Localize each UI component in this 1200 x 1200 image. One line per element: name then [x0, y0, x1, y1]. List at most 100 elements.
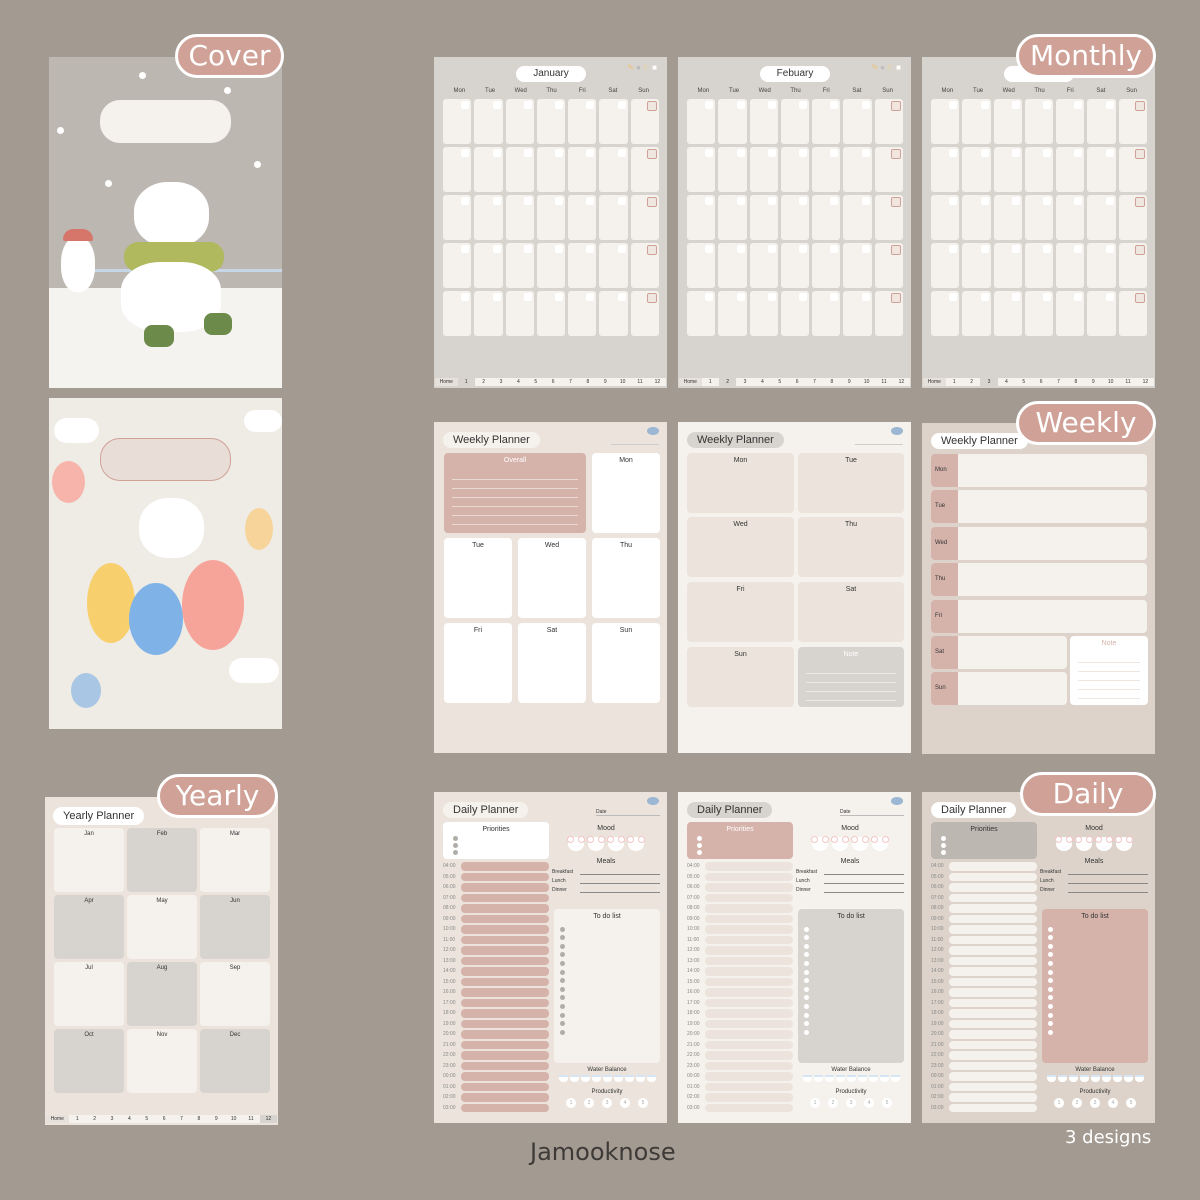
hour-slot[interactable]: [705, 914, 793, 923]
productivity-option[interactable]: 5: [882, 1098, 892, 1108]
water-cup-icon[interactable]: [602, 1075, 612, 1082]
nav-home-tab[interactable]: Home: [435, 378, 458, 386]
hour-slot[interactable]: [949, 956, 1037, 965]
nav-month-tab[interactable]: 7: [562, 378, 579, 386]
productivity-option[interactable]: 3: [846, 1098, 856, 1108]
calendar-day-cell[interactable]: [993, 195, 1022, 240]
hour-slot[interactable]: [461, 1093, 549, 1102]
nav-month-tab[interactable]: 3: [103, 1115, 120, 1123]
hour-row[interactable]: 09:00: [931, 914, 1037, 925]
calendar-day-cell[interactable]: [568, 147, 597, 192]
calendar-day-cell[interactable]: [630, 291, 659, 336]
calendar-day-cell[interactable]: [749, 99, 778, 144]
calendar-day-cell[interactable]: [599, 195, 628, 240]
mood-bear-surprised-icon[interactable]: [1075, 836, 1093, 851]
nav-month-tab[interactable]: 11: [875, 378, 892, 386]
note-box[interactable]: Note: [1070, 636, 1148, 705]
calendar-day-cell[interactable]: [780, 99, 810, 144]
day-box-mon[interactable]: Mon: [687, 453, 794, 513]
day-row[interactable]: Thu: [931, 563, 1147, 596]
meal-line[interactable]: [824, 869, 904, 875]
calendar-day-cell[interactable]: [718, 147, 747, 192]
water-cup-icon[interactable]: [635, 1075, 645, 1082]
hour-row[interactable]: 16:00: [931, 987, 1037, 998]
hour-row[interactable]: 06:00: [687, 882, 793, 893]
hour-row[interactable]: 08:00: [931, 903, 1037, 914]
calendar-day-cell[interactable]: [630, 147, 659, 192]
hour-row[interactable]: 09:00: [687, 914, 793, 925]
productivity-option[interactable]: 3: [1090, 1098, 1100, 1108]
meal-line[interactable]: [1068, 878, 1148, 884]
nav-month-tab[interactable]: 1: [946, 378, 963, 386]
calendar-day-cell[interactable]: [1056, 243, 1085, 288]
hour-row[interactable]: 07:00: [443, 893, 549, 904]
hour-slot[interactable]: [949, 862, 1037, 871]
nav-month-tab[interactable]: 5: [771, 378, 788, 386]
calendar-day-cell[interactable]: [931, 99, 960, 144]
calendar-day-cell[interactable]: [843, 195, 872, 240]
calendar-day-cell[interactable]: [931, 195, 960, 240]
note-icon[interactable]: ■: [896, 63, 903, 72]
hour-slot[interactable]: [705, 872, 793, 881]
hour-row[interactable]: 21:00: [931, 1040, 1037, 1051]
hour-slot[interactable]: [949, 1093, 1037, 1102]
productivity-option[interactable]: 1: [1054, 1098, 1064, 1108]
meal-row[interactable]: Lunch: [552, 878, 660, 884]
meal-line[interactable]: [1068, 887, 1148, 893]
day-row[interactable]: Tue: [931, 490, 1147, 523]
hour-row[interactable]: 18:00: [443, 1008, 549, 1019]
month-cell[interactable]: Mar: [200, 828, 270, 892]
mood-bear-sleepy-icon[interactable]: [607, 836, 625, 851]
hour-row[interactable]: 02:00: [443, 1092, 549, 1103]
water-cup-icon[interactable]: [1046, 1075, 1056, 1082]
hour-row[interactable]: 14:00: [443, 966, 549, 977]
calendar-day-cell[interactable]: [474, 99, 503, 144]
calendar-day-cell[interactable]: [505, 243, 534, 288]
month-cell[interactable]: May: [127, 895, 197, 959]
water-cup-icon[interactable]: [1123, 1075, 1133, 1082]
hour-row[interactable]: 09:00: [443, 914, 549, 925]
hour-slot[interactable]: [949, 883, 1037, 892]
calendar-day-cell[interactable]: [780, 195, 810, 240]
month-cell[interactable]: Feb: [127, 828, 197, 892]
hour-row[interactable]: 22:00: [687, 1050, 793, 1061]
calendar-day-cell[interactable]: [1056, 99, 1085, 144]
hour-row[interactable]: 21:00: [687, 1040, 793, 1051]
hour-row[interactable]: 03:00: [931, 1103, 1037, 1114]
calendar-day-cell[interactable]: [1118, 291, 1147, 336]
hour-slot[interactable]: [949, 1103, 1037, 1112]
calendar-day-cell[interactable]: [1056, 195, 1085, 240]
calendar-day-cell[interactable]: [568, 195, 597, 240]
calendar-day-cell[interactable]: [874, 243, 903, 288]
hour-row[interactable]: 13:00: [687, 956, 793, 967]
nav-month-tab[interactable]: 9: [1085, 378, 1102, 386]
nav-month-tab[interactable]: 3: [492, 378, 509, 386]
coin-icon[interactable]: ●: [636, 63, 643, 72]
meal-line[interactable]: [580, 878, 660, 884]
calendar-day-cell[interactable]: [1118, 147, 1147, 192]
water-cup-icon[interactable]: [1057, 1075, 1067, 1082]
hour-slot[interactable]: [705, 1061, 793, 1070]
calendar-day-cell[interactable]: [505, 99, 534, 144]
hour-row[interactable]: 00:00: [443, 1071, 549, 1082]
todo-box[interactable]: To do list: [1042, 909, 1148, 1063]
water-cup-icon[interactable]: [1112, 1075, 1122, 1082]
hour-slot[interactable]: [949, 914, 1037, 923]
hour-slot[interactable]: [949, 935, 1037, 944]
water-cup-icon[interactable]: [580, 1075, 590, 1082]
calendar-day-cell[interactable]: [993, 99, 1022, 144]
mood-bear-surprised-icon[interactable]: [831, 836, 849, 851]
calendar-day-cell[interactable]: [749, 147, 778, 192]
hour-slot[interactable]: [461, 862, 549, 871]
calendar-day-cell[interactable]: [474, 195, 503, 240]
calendar-day-cell[interactable]: [687, 243, 716, 288]
calendar-day-cell[interactable]: [599, 243, 628, 288]
nav-month-tab[interactable]: 10: [858, 378, 875, 386]
nav-home-tab[interactable]: Home: [46, 1115, 69, 1123]
day-box-wed[interactable]: Wed: [687, 517, 794, 577]
calendar-day-cell[interactable]: [568, 99, 597, 144]
productivity-option[interactable]: 2: [584, 1098, 594, 1108]
hour-slot[interactable]: [705, 893, 793, 902]
calendar-day-cell[interactable]: [843, 243, 872, 288]
hour-row[interactable]: 00:00: [687, 1071, 793, 1082]
